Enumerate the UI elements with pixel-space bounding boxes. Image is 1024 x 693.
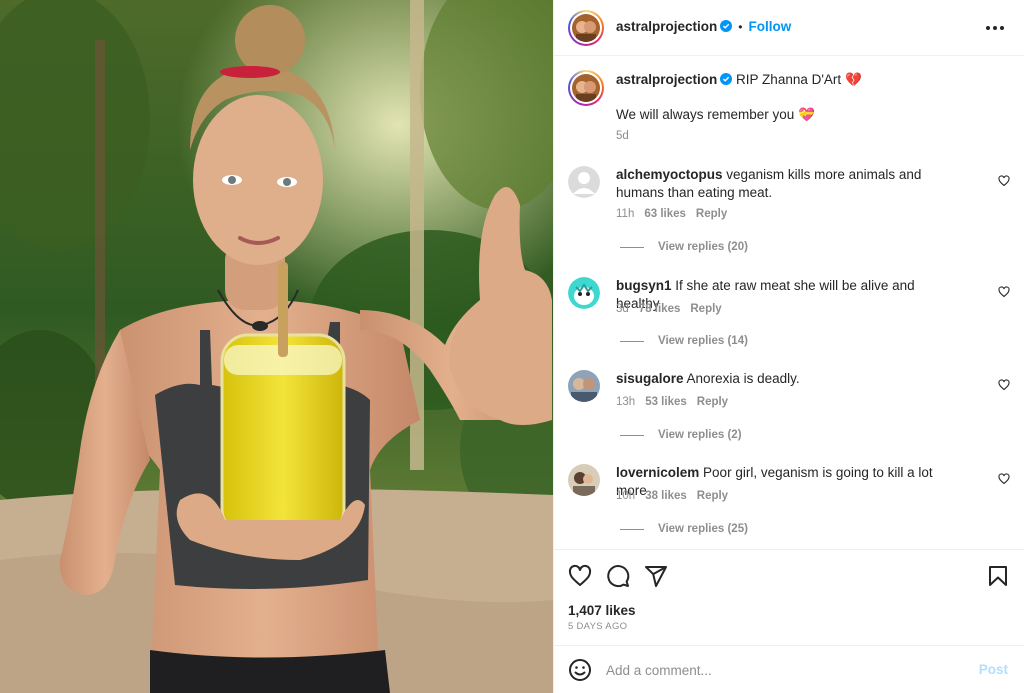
like-comment-heart-icon[interactable] bbox=[998, 379, 1010, 391]
view-replies-label: View replies (20) bbox=[658, 241, 748, 253]
comment-avatar[interactable] bbox=[568, 166, 600, 198]
comment-meta: 11h 63 likes Reply bbox=[616, 208, 737, 220]
view-replies-label: View replies (25) bbox=[658, 523, 748, 535]
save-bookmark-icon[interactable] bbox=[986, 564, 1010, 588]
comment-username[interactable]: lovernicolem bbox=[616, 465, 699, 480]
comment-avatar[interactable] bbox=[568, 370, 600, 402]
view-replies-label: View replies (2) bbox=[658, 429, 742, 441]
comment-likes[interactable]: 78 likes bbox=[639, 303, 681, 315]
author-avatar-image bbox=[572, 14, 600, 42]
broken-heart-emoji: 💔 bbox=[844, 72, 862, 87]
comment-time[interactable]: 11h bbox=[616, 208, 634, 220]
author-avatar[interactable] bbox=[568, 10, 604, 46]
reply-button[interactable]: Reply bbox=[697, 490, 728, 502]
comment-text: Anorexia is deadly. bbox=[686, 371, 800, 386]
comment-likes[interactable]: 53 likes bbox=[645, 396, 687, 408]
view-replies-button[interactable]: View replies (25) bbox=[620, 523, 748, 535]
more-options-icon[interactable] bbox=[984, 17, 1006, 39]
post-side-panel: astralprojection • Follow astralprojection… bbox=[553, 0, 1024, 693]
comment-username[interactable]: alchemyoctopus bbox=[616, 167, 723, 182]
caption-line-2-wrap: We will always remember you 💝 bbox=[616, 107, 815, 123]
comment-time[interactable]: 3d bbox=[616, 303, 629, 315]
comment-avatar[interactable] bbox=[568, 277, 600, 309]
comment-avatar[interactable] bbox=[568, 464, 600, 496]
instagram-post: astralprojection • Follow astralprojection… bbox=[0, 0, 1024, 693]
share-send-icon[interactable] bbox=[644, 564, 668, 588]
caption-author-avatar[interactable] bbox=[568, 70, 604, 106]
caption-timestamp[interactable]: 5d bbox=[616, 130, 629, 142]
comment-icon[interactable] bbox=[606, 564, 630, 588]
view-replies-button[interactable]: View replies (20) bbox=[620, 241, 748, 253]
caption-line-1: RIP Zhanna D'Art bbox=[736, 72, 842, 87]
post-image bbox=[0, 0, 553, 693]
comment-time[interactable]: 13h bbox=[616, 396, 635, 408]
comment-username[interactable]: bugsyn1 bbox=[616, 278, 672, 293]
emoji-icon[interactable] bbox=[568, 658, 592, 682]
header-user-line: astralprojection • Follow bbox=[616, 19, 791, 34]
like-comment-heart-icon[interactable] bbox=[998, 175, 1010, 187]
view-replies-button[interactable]: View replies (2) bbox=[620, 429, 742, 441]
photo-avatar-icon bbox=[568, 370, 600, 402]
post-header: astralprojection • Follow bbox=[554, 0, 1024, 56]
author-username[interactable]: astralprojection bbox=[616, 19, 717, 34]
like-heart-icon[interactable] bbox=[568, 564, 592, 588]
reply-button[interactable]: Reply bbox=[697, 396, 728, 408]
caption-avatar-image bbox=[572, 74, 600, 102]
comment-meta: 3d 78 likes Reply bbox=[616, 303, 732, 315]
verified-badge-icon bbox=[720, 73, 733, 85]
post-comment-button[interactable]: Post bbox=[979, 662, 1008, 677]
verified-badge-icon bbox=[720, 20, 733, 32]
heart-gift-emoji: 💝 bbox=[798, 107, 815, 122]
post-actions: 1,407 likes 5 DAYS AGO bbox=[554, 549, 1024, 645]
comment-likes[interactable]: 63 likes bbox=[644, 208, 686, 220]
comment-meta: 13h 53 likes Reply bbox=[616, 396, 738, 408]
caption: astralprojection RIP Zhanna D'Art 💔 bbox=[616, 72, 862, 88]
comment-input[interactable] bbox=[606, 658, 966, 682]
likes-count[interactable]: 1,407 likes bbox=[568, 603, 636, 618]
comment-username[interactable]: sisugalore bbox=[616, 371, 684, 386]
header-separator: • bbox=[738, 20, 743, 34]
comment-body: sisugalore Anorexia is deadly. bbox=[616, 370, 961, 388]
view-replies-button[interactable]: View replies (14) bbox=[620, 335, 748, 347]
comment-time[interactable]: 10h bbox=[616, 490, 635, 502]
photo-avatar-icon bbox=[568, 464, 600, 496]
comment-body: alchemyoctopus veganism kills more anima… bbox=[616, 166, 961, 202]
comment-meta: 10h 38 likes Reply bbox=[616, 490, 738, 502]
follow-button[interactable]: Follow bbox=[748, 19, 791, 34]
cartoon-avatar-icon bbox=[568, 277, 600, 309]
comment-likes[interactable]: 38 likes bbox=[645, 490, 687, 502]
reply-button[interactable]: Reply bbox=[690, 303, 721, 315]
caption-username[interactable]: astralprojection bbox=[616, 72, 717, 87]
like-comment-heart-icon[interactable] bbox=[998, 473, 1010, 485]
like-comment-heart-icon[interactable] bbox=[998, 286, 1010, 298]
post-photo[interactable] bbox=[0, 0, 553, 693]
caption-line-2: We will always remember you bbox=[616, 107, 795, 122]
add-comment-bar: Post bbox=[554, 645, 1024, 693]
post-date: 5 DAYS AGO bbox=[568, 621, 628, 632]
default-avatar-icon bbox=[568, 166, 600, 198]
reply-button[interactable]: Reply bbox=[696, 208, 727, 220]
view-replies-label: View replies (14) bbox=[658, 335, 748, 347]
